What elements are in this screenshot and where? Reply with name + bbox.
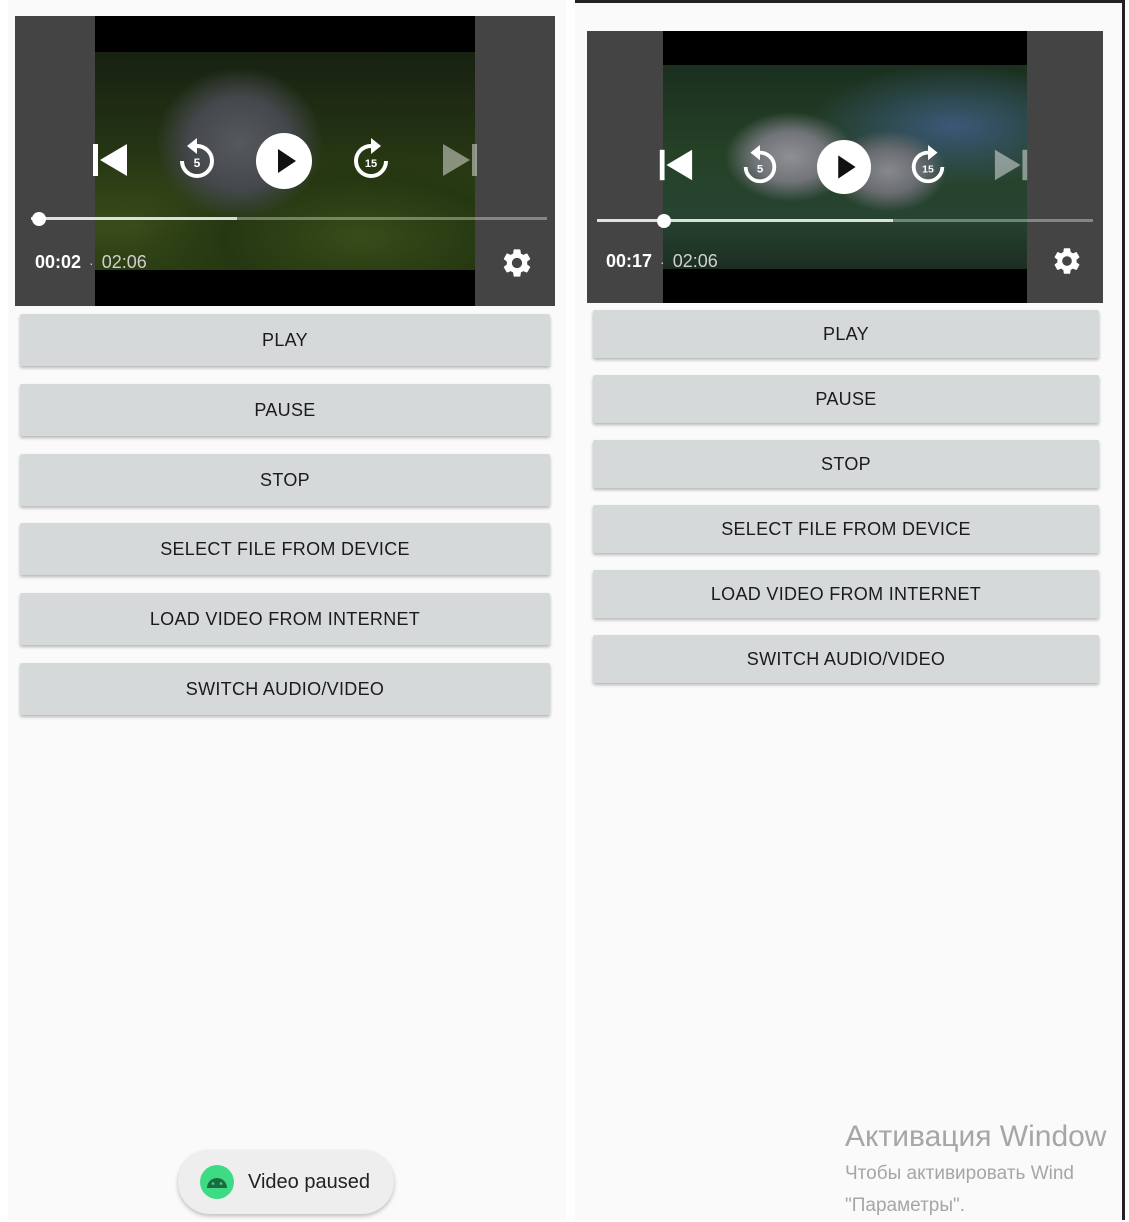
play-icon — [838, 155, 856, 179]
seek-bar[interactable] — [597, 213, 1093, 228]
phone-screen-left: 5 15 00:02 · 02:06 PLAY PAUSE STOP SELEC… — [8, 0, 566, 1220]
watermark-line-2: "Параметры". — [845, 1195, 966, 1216]
rewind-seconds-label: 5 — [194, 156, 201, 170]
stop-button[interactable]: STOP — [20, 454, 550, 506]
video-player[interactable]: 5 15 00:17 · 02:06 — [587, 31, 1103, 303]
select-file-button[interactable]: SELECT FILE FROM DEVICE — [593, 505, 1099, 553]
select-file-button[interactable]: SELECT FILE FROM DEVICE — [20, 523, 550, 575]
buffered-bar — [597, 219, 893, 222]
rewind-button[interactable]: 5 — [739, 143, 781, 189]
settings-button[interactable] — [1051, 245, 1083, 282]
skip-previous-icon — [93, 144, 127, 176]
gear-icon — [1054, 248, 1080, 274]
forward-15-icon: 15 — [354, 138, 388, 178]
seek-thumb[interactable] — [656, 213, 671, 228]
forward-seconds-label: 15 — [922, 164, 934, 176]
previous-button[interactable] — [87, 140, 131, 180]
replay-5-icon: 5 — [180, 138, 214, 178]
rewind-button[interactable]: 5 — [175, 136, 219, 184]
next-button[interactable] — [992, 146, 1032, 184]
windows-activation-watermark: Активация Window Чтобы активировать Wind… — [845, 1120, 1106, 1222]
time-separator: · — [89, 254, 94, 271]
forward-seconds-label: 15 — [365, 158, 377, 170]
android-icon — [200, 1165, 234, 1199]
buffered-bar — [31, 217, 237, 220]
pause-button[interactable]: PAUSE — [20, 384, 550, 436]
current-time: 00:17 — [606, 251, 653, 271]
play-pause-button[interactable] — [817, 140, 871, 194]
toast-text: Video paused — [248, 1170, 370, 1193]
watermark-title: Активация Window — [845, 1120, 1107, 1153]
switch-audio-video-button[interactable]: SWITCH AUDIO/VIDEO — [593, 635, 1099, 683]
settings-button[interactable] — [500, 246, 534, 285]
time-display: 00:17 · 02:06 — [606, 251, 718, 272]
phone-screen-right: 5 15 00:17 · 02:06 PLAY PAUSE STOP SELEC… — [575, 0, 1125, 1220]
rewind-seconds-label: 5 — [757, 164, 764, 176]
current-time: 00:02 — [35, 252, 82, 272]
switch-audio-video-button[interactable]: SWITCH AUDIO/VIDEO — [20, 663, 550, 715]
seek-bar[interactable] — [31, 211, 547, 226]
play-icon — [278, 149, 296, 173]
duration: 02:06 — [101, 252, 147, 272]
skip-next-icon — [443, 144, 477, 176]
toast-message: Video paused — [178, 1150, 394, 1214]
pause-button[interactable]: PAUSE — [593, 375, 1099, 423]
time-display: 00:02 · 02:06 — [35, 252, 147, 273]
watermark-line-1: Чтобы активировать Wind — [845, 1163, 1074, 1184]
play-pause-button[interactable] — [256, 133, 312, 189]
next-button[interactable] — [439, 140, 483, 180]
duration: 02:06 — [672, 251, 718, 271]
skip-next-icon — [994, 149, 1028, 181]
play-button[interactable]: PLAY — [593, 310, 1099, 358]
replay-5-icon: 5 — [743, 145, 777, 184]
seek-thumb[interactable] — [32, 211, 47, 226]
load-video-button[interactable]: LOAD VIDEO FROM INTERNET — [593, 570, 1099, 618]
fast-forward-button[interactable]: 15 — [349, 136, 393, 184]
gear-icon — [503, 249, 531, 277]
skip-previous-icon — [659, 149, 693, 181]
play-button[interactable]: PLAY — [20, 314, 550, 366]
load-video-button[interactable]: LOAD VIDEO FROM INTERNET — [20, 593, 550, 645]
previous-button[interactable] — [655, 146, 695, 184]
time-separator: · — [660, 253, 665, 270]
video-player[interactable]: 5 15 00:02 · 02:06 — [15, 16, 555, 306]
stop-button[interactable]: STOP — [593, 440, 1099, 488]
fast-forward-button[interactable]: 15 — [907, 143, 949, 189]
forward-15-icon: 15 — [911, 145, 945, 184]
